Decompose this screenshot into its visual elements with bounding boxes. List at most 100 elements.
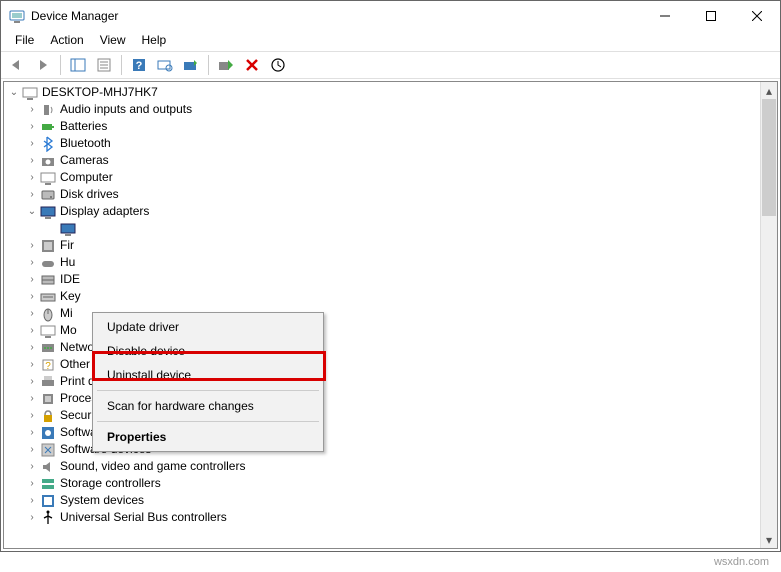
tree-category[interactable]: › Disk drives [4, 186, 760, 203]
tree-category[interactable]: ›IDE [4, 271, 760, 288]
tree-category[interactable]: ⌄ Display adapters [4, 203, 760, 220]
expander-icon[interactable]: › [26, 509, 38, 526]
expander-icon[interactable]: › [26, 152, 38, 169]
security-icon [40, 408, 56, 424]
show-hide-console-button[interactable] [66, 53, 90, 77]
keyboard-icon [40, 289, 56, 305]
monitor-icon [40, 323, 56, 339]
tree-category-label: Fir [60, 237, 74, 254]
tree-category-label: Display adapters [60, 203, 149, 220]
menu-action[interactable]: Action [42, 31, 91, 51]
tree-category[interactable]: › Computer [4, 169, 760, 186]
tree-category[interactable]: ›Storage controllers [4, 475, 760, 492]
ctx-properties[interactable]: Properties [95, 425, 321, 449]
tree-category[interactable]: ›Cameras [4, 152, 760, 169]
expander-icon[interactable]: ⌄ [26, 203, 38, 220]
tree-root[interactable]: ⌄ DESKTOP-MHJ7HK7 [4, 84, 760, 101]
tree-category-label: Audio inputs and outputs [60, 101, 192, 118]
battery-icon [40, 119, 56, 135]
expander-icon[interactable]: › [26, 271, 38, 288]
tree-category-label: Computer [60, 169, 113, 186]
nav-forward-button[interactable] [31, 53, 55, 77]
expander-icon[interactable]: › [26, 424, 38, 441]
scroll-down-icon[interactable]: ▾ [761, 531, 777, 548]
expander-icon[interactable]: › [26, 118, 38, 135]
window-controls [642, 1, 780, 31]
tree-category-label: System devices [60, 492, 144, 509]
tree-root-label: DESKTOP-MHJ7HK7 [42, 84, 158, 101]
tree-category-label: Disk drives [60, 186, 119, 203]
ctx-uninstall-device[interactable]: Uninstall device [95, 363, 321, 387]
watermark: wsxdn.com [714, 556, 769, 568]
expander-icon[interactable]: › [26, 186, 38, 203]
tree-category-label: Mi [60, 305, 73, 322]
tree-category[interactable]: › Audio inputs and outputs [4, 101, 760, 118]
menu-view[interactable]: View [92, 31, 134, 51]
scroll-thumb[interactable] [762, 99, 776, 216]
expander-icon[interactable]: › [26, 475, 38, 492]
ctx-scan-hardware[interactable]: Scan for hardware changes [95, 394, 321, 418]
tree-category[interactable]: › Universal Serial Bus controllers [4, 509, 760, 526]
scan-hardware-button[interactable] [153, 53, 177, 77]
print-icon [40, 374, 56, 390]
expander-icon[interactable]: › [26, 441, 38, 458]
ctx-disable-device[interactable]: Disable device [95, 339, 321, 363]
expander-icon[interactable]: › [26, 288, 38, 305]
svg-text:?: ? [45, 361, 51, 372]
expander-icon[interactable]: › [26, 322, 38, 339]
expander-icon[interactable]: › [26, 458, 38, 475]
cpu-icon [40, 391, 56, 407]
maximize-button[interactable] [688, 1, 734, 31]
expander-icon[interactable]: › [26, 390, 38, 407]
close-button[interactable] [734, 1, 780, 31]
expander-icon[interactable]: › [26, 407, 38, 424]
tree-category-label: Universal Serial Bus controllers [60, 509, 227, 526]
firmware-icon [40, 238, 56, 254]
ctx-update-driver[interactable]: Update driver [95, 315, 321, 339]
expander-icon[interactable]: › [26, 237, 38, 254]
tree-category-label: Sound, video and game controllers [60, 458, 245, 475]
tree-category[interactable]: ›Batteries [4, 118, 760, 135]
tree-category[interactable]: › System devices [4, 492, 760, 509]
tree-category[interactable]: › Sound, video and game controllers [4, 458, 760, 475]
expander-icon[interactable]: ⌄ [8, 84, 20, 101]
scroll-up-icon[interactable]: ▴ [761, 82, 777, 99]
tree-category-label: Hu [60, 254, 75, 271]
uninstall-device-button[interactable] [240, 53, 264, 77]
disable-device-button[interactable] [266, 53, 290, 77]
toolbar: ? [1, 51, 780, 79]
computer-icon [40, 170, 56, 186]
tree-category[interactable]: › Fir [4, 237, 760, 254]
vertical-scrollbar[interactable]: ▴ ▾ [760, 82, 777, 548]
expander-icon[interactable]: › [26, 254, 38, 271]
expander-icon[interactable]: › [26, 339, 38, 356]
disk-icon [40, 187, 56, 203]
tree-category[interactable]: › Hu [4, 254, 760, 271]
update-driver-button[interactable] [179, 53, 203, 77]
expander-icon[interactable]: › [26, 373, 38, 390]
ide-icon [40, 272, 56, 288]
usb-icon [40, 510, 56, 526]
nav-back-button[interactable] [5, 53, 29, 77]
swcomp-icon [40, 425, 56, 441]
expander-icon[interactable]: › [26, 305, 38, 322]
tree-device[interactable] [4, 220, 760, 237]
expander-icon[interactable]: › [26, 169, 38, 186]
tree-category[interactable]: ›Bluetooth [4, 135, 760, 152]
menu-file[interactable]: File [7, 31, 42, 51]
properties-button[interactable] [92, 53, 116, 77]
expander-icon[interactable]: › [26, 135, 38, 152]
enable-device-button[interactable] [214, 53, 238, 77]
other-icon: ? [40, 357, 56, 373]
sound-icon [40, 459, 56, 475]
tree-category[interactable]: ›Key [4, 288, 760, 305]
menu-help[interactable]: Help [134, 31, 175, 51]
expander-icon[interactable]: › [26, 356, 38, 373]
minimize-button[interactable] [642, 1, 688, 31]
help-button[interactable]: ? [127, 53, 151, 77]
expander-icon[interactable]: › [26, 101, 38, 118]
bluetooth-icon [40, 136, 56, 152]
computer-icon [22, 85, 38, 101]
expander-icon[interactable]: › [26, 492, 38, 509]
network-icon [40, 340, 56, 356]
